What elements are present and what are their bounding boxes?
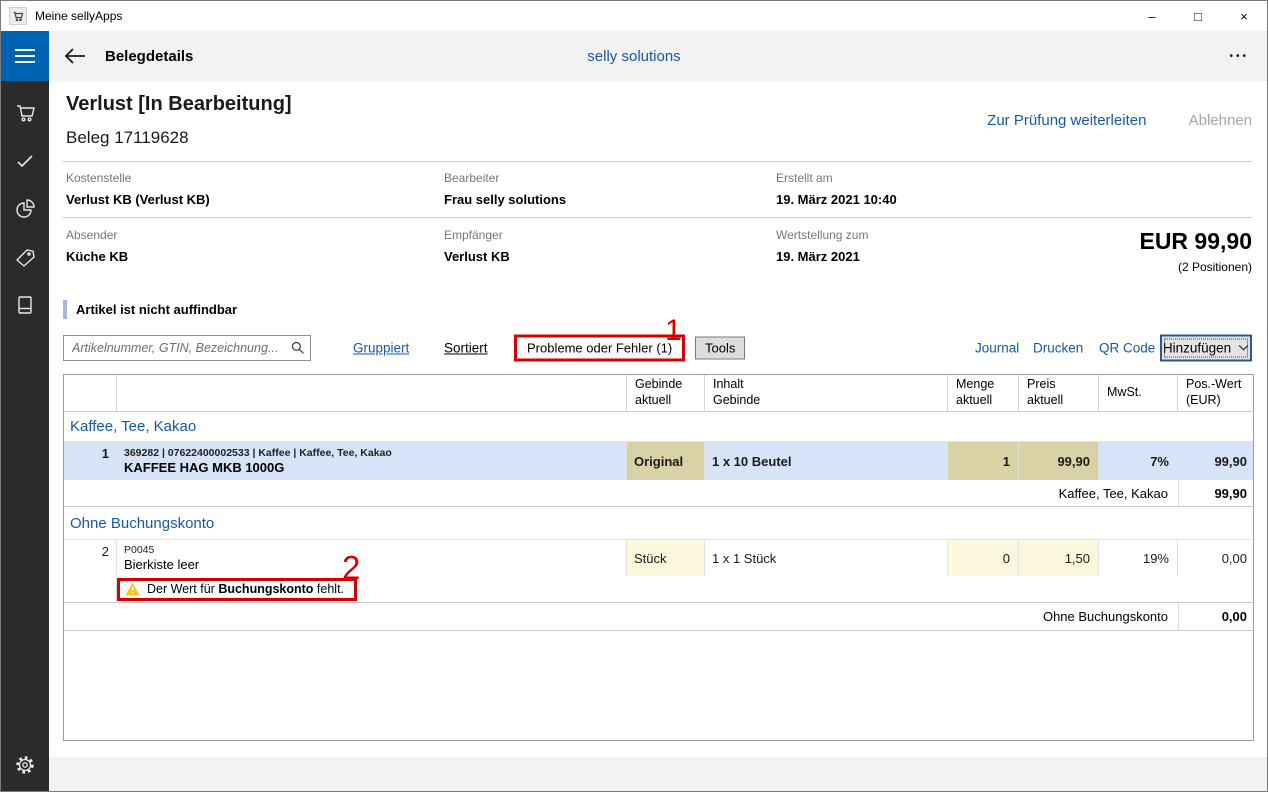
group-header[interactable]: Ohne Buchungskonto: [64, 507, 1253, 540]
divider: [63, 161, 1252, 162]
col-inhalt: Inhalt Gebinde: [705, 375, 948, 411]
forward-for-review-link[interactable]: Zur Prüfung weiterleiten: [987, 112, 1146, 129]
warning-row: Der Wert für Buchungskonto fehlt.: [64, 576, 1253, 603]
article-meta: P0045: [124, 544, 154, 556]
annotation-marker-1: 1: [665, 316, 682, 346]
close-button[interactable]: ×: [1221, 1, 1267, 31]
menge-cell[interactable]: 1: [948, 442, 1019, 480]
annotation-marker-2: 2: [342, 551, 360, 584]
inhalt-cell: 1 x 10 Beutel: [705, 442, 948, 480]
table-empty-area: [64, 631, 1253, 740]
table-header-row: Gebinde aktuell Inhalt Gebinde Menge akt…: [64, 375, 1253, 412]
menge-cell[interactable]: 0: [948, 540, 1019, 576]
col-mwst: MwSt.: [1099, 375, 1178, 411]
field-wertstellung: Wertstellung zum 19. März 2021: [776, 228, 868, 264]
sidebar: [1, 81, 49, 791]
journal-link[interactable]: Journal: [975, 341, 1019, 356]
back-button[interactable]: [63, 46, 87, 66]
menu-bars-icon: [15, 49, 35, 51]
search-input[interactable]: [63, 335, 311, 361]
magnifier-icon: [290, 340, 305, 355]
document-title: Verlust [In Bearbeitung]: [66, 93, 292, 116]
group-header[interactable]: Kaffee, Tee, Kakao: [64, 412, 1253, 442]
col-gebinde: Gebinde aktuell: [627, 375, 705, 411]
col-menge: Menge aktuell: [948, 375, 1019, 411]
window-controls: – □ ×: [1129, 1, 1267, 31]
book-icon: [13, 293, 37, 317]
gebinde-cell[interactable]: Original: [627, 442, 705, 480]
positions-toolbar: Gruppiert Sortiert Probleme oder Fehler …: [63, 331, 1252, 365]
checkmark-icon: [13, 149, 37, 173]
notice-accent-bar: [63, 300, 67, 319]
positions-table: Gebinde aktuell Inhalt Gebinde Menge akt…: [63, 374, 1254, 741]
sidebar-item-journal[interactable]: [1, 281, 49, 329]
pie-chart-icon: [13, 197, 37, 221]
titlebar: Meine sellyApps – □ ×: [1, 1, 1267, 31]
preis-cell[interactable]: 1,50: [1019, 540, 1099, 576]
sidebar-item-approvals[interactable]: [1, 137, 49, 185]
group-subtotal-row: Ohne Buchungskonto 0,00: [64, 603, 1253, 631]
wert-cell: 0,00: [1178, 540, 1255, 576]
field-bearbeiter: Bearbeiter Frau selly solutions: [444, 171, 566, 207]
group-subtotal-row: Kaffee, Tee, Kakao 99,90: [64, 480, 1253, 507]
sidebar-item-reports[interactable]: [1, 185, 49, 233]
preis-cell[interactable]: 99,90: [1019, 442, 1099, 480]
field-kostenstelle: Kostenstelle Verlust KB (Verlust KB): [66, 171, 210, 207]
field-erstellt-am: Erstellt am 19. März 2021 10:40: [776, 171, 897, 207]
notice-article-not-found: Artikel ist nicht auffindbar: [63, 300, 237, 319]
field-absender: Absender Küche KB: [66, 228, 128, 264]
maximize-button[interactable]: □: [1175, 1, 1221, 31]
document-actions: Zur Prüfung weiterleiten Ablehnen: [987, 112, 1252, 129]
more-options-button[interactable]: •••: [1229, 51, 1249, 62]
col-preis: Preis aktuell: [1019, 375, 1099, 411]
gebinde-cell[interactable]: Stück: [627, 540, 705, 576]
add-button[interactable]: Hinzufügen: [1160, 335, 1252, 362]
minimize-button[interactable]: –: [1129, 1, 1175, 31]
qr-code-link[interactable]: QR Code: [1099, 341, 1155, 356]
warning-triangle-icon: [125, 582, 140, 596]
window-title: Meine sellyApps: [35, 9, 122, 23]
shopping-cart-icon: [13, 101, 37, 125]
document-total: EUR 99,90 (2 Positionen): [1139, 228, 1252, 274]
table-row[interactable]: 2 P0045 Bierkiste leer Stück 1 x 1 Stück…: [64, 540, 1253, 576]
app-logo-icon: [9, 7, 27, 25]
article-meta: 369282 | 07622400002533 | Kaffee | Kaffe…: [124, 447, 392, 459]
chevron-down-icon: [1238, 345, 1249, 352]
print-link[interactable]: Drucken: [1033, 341, 1083, 356]
sidebar-item-deals[interactable]: [1, 233, 49, 281]
reject-button[interactable]: Ablehnen: [1189, 112, 1252, 129]
mwst-cell: 19%: [1099, 540, 1178, 576]
article-name: Bierkiste leer: [124, 557, 199, 572]
grouped-toggle-link[interactable]: Gruppiert: [353, 341, 409, 356]
problems-or-errors-button[interactable]: Probleme oder Fehler (1): [514, 335, 685, 362]
page-title: Belegdetails: [105, 48, 193, 65]
article-name: KAFFEE HAG MKB 1000G: [124, 460, 284, 475]
arrow-left-icon: [63, 46, 87, 66]
sidebar-item-settings[interactable]: [1, 745, 49, 785]
app-header: Belegdetails selly solutions •••: [1, 31, 1267, 81]
missing-booking-account-warning: Der Wert für Buchungskonto fehlt.: [117, 578, 357, 601]
app-window: Meine sellyApps – □ × Belegdetails selly…: [0, 0, 1268, 792]
footer-strip: [49, 757, 1267, 791]
main-content: Verlust [In Bearbeitung] Beleg 17119628 …: [49, 81, 1267, 791]
app-brand-title: selly solutions: [587, 48, 680, 65]
table-row[interactable]: 1 369282 | 07622400002533 | Kaffee | Kaf…: [64, 442, 1253, 480]
inhalt-cell: 1 x 1 Stück: [705, 540, 948, 576]
wert-cell: 99,90: [1178, 442, 1255, 480]
divider: [63, 217, 1252, 218]
col-pos-wert: Pos.-Wert (EUR): [1178, 375, 1255, 411]
total-amount: EUR 99,90: [1139, 228, 1252, 255]
mwst-cell: 7%: [1099, 442, 1178, 480]
sidebar-item-orders[interactable]: [1, 89, 49, 137]
gear-icon: [14, 754, 36, 776]
price-tag-icon: [13, 245, 37, 269]
tools-button[interactable]: Tools: [695, 337, 745, 360]
hamburger-menu-button[interactable]: [1, 31, 49, 81]
search-field-wrap: [63, 335, 311, 361]
field-empfaenger: Empfänger Verlust KB: [444, 228, 510, 264]
positions-count: (2 Positionen): [1139, 260, 1252, 274]
sorted-toggle-link[interactable]: Sortiert: [444, 341, 488, 356]
document-number: Beleg 17119628: [66, 128, 189, 148]
